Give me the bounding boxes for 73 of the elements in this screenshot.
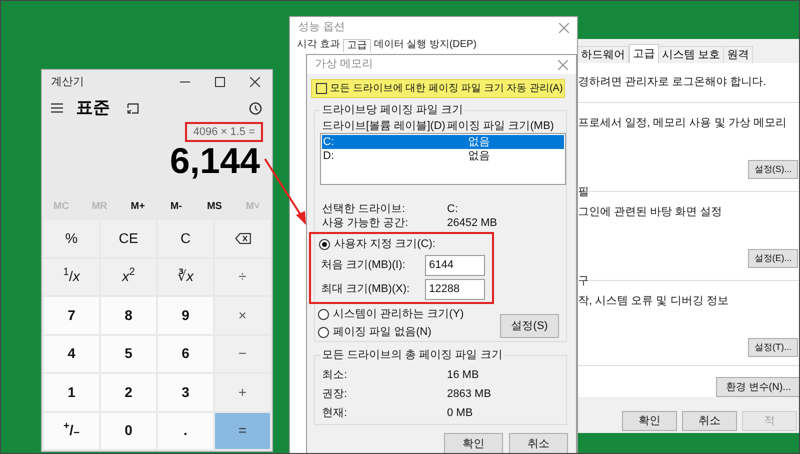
list-row[interactable]: C: 없음 — [322, 135, 564, 150]
result-display: 6,144 — [170, 143, 260, 179]
set-button[interactable]: 설정(S) — [500, 314, 559, 338]
calculator-key[interactable]: − — [215, 336, 270, 372]
checkbox-label: 모든 드라이브에 대한 페이징 파일 크기 자동 관리(A) — [330, 82, 563, 96]
expression-text: 4096 × 1.5 = — [193, 124, 255, 140]
description-text: 프로세서 일정, 메모리 사용 및 가상 메모리 — [578, 116, 788, 131]
memory-button[interactable]: MS — [195, 198, 234, 214]
input-field[interactable]: 6144 — [425, 254, 485, 276]
column-header: 페이징 파일 크기(MB) — [447, 119, 554, 134]
calculator-key[interactable]: + — [215, 374, 270, 410]
field-value: 16 MB — [447, 368, 479, 384]
description-text: 그인에 관련된 바탕 화면 설정 — [578, 204, 724, 220]
calculator-key[interactable]: 3 — [158, 374, 213, 410]
radio-label: 시스템이 관리하는 크기(Y) — [333, 307, 464, 322]
memory-button[interactable]: M+ — [118, 198, 157, 214]
calculator-key[interactable]: 2 — [101, 374, 156, 410]
calculator-key[interactable]: $^{1}$/x — [44, 258, 99, 295]
tab[interactable]: 데이터 실행 방지(DEP) — [370, 39, 480, 51]
dialog-button[interactable]: 취소 — [682, 411, 737, 431]
input-field[interactable]: 12288 — [425, 278, 485, 300]
calculator-key[interactable]: 8 — [101, 297, 156, 334]
calculator-key[interactable]: ∛x — [158, 258, 213, 295]
tab[interactable]: 고급 — [342, 39, 371, 52]
calculator-key[interactable]: 9 — [158, 297, 213, 334]
dialog-button[interactable]: 확인 — [444, 433, 503, 453]
notice-text: 경하려면 관리자로 로그온해야 합니다. — [578, 75, 768, 90]
calculator-key[interactable]: x$^{2}$ — [101, 258, 156, 295]
field-value: C: — [447, 202, 458, 218]
dialog-button[interactable]: 취소 — [509, 433, 568, 453]
radio-label: 사용자 지정 크기(C): — [334, 237, 436, 252]
field-value: 0 MB — [447, 406, 473, 422]
field-label: 현재: — [322, 406, 348, 422]
field-label: 권장: — [322, 387, 348, 402]
window-title: 성능 옵션 — [298, 20, 346, 36]
field-value: 2863 MB — [447, 387, 492, 402]
settings-button[interactable]: 설정(S)... — [748, 160, 798, 179]
dialog-button[interactable]: 확인 — [622, 411, 677, 431]
group-title: 모든 드라이브의 총 페이징 파일 크기 — [320, 348, 504, 362]
calculator-key[interactable]: . — [158, 412, 213, 449]
description-text: 작, 시스템 오류 및 디버깅 정보 — [578, 294, 730, 309]
calculator-key[interactable]: 4 — [44, 336, 99, 372]
calculator-key[interactable]: 5 — [101, 336, 156, 372]
field-label: 최소: — [322, 368, 348, 384]
calculator-key[interactable]: 0 — [101, 412, 156, 449]
calculator-key[interactable]: × — [215, 297, 270, 334]
tab[interactable]: 고급 — [629, 44, 659, 63]
field-label: 최대 크기(MB)(X): — [321, 282, 411, 298]
calculator-key[interactable]: = — [215, 412, 270, 449]
calculator-key[interactable]: ÷ — [215, 258, 270, 295]
window-title: 계산기 — [51, 74, 85, 90]
field-label: 선택한 드라이브: — [322, 202, 406, 218]
group-title: 드라이브당 페이징 파일 크기 — [320, 103, 466, 118]
calculator-key[interactable]: C — [158, 220, 213, 256]
field-value: 26452 MB — [447, 216, 498, 232]
list-row[interactable]: D: 없음 — [322, 149, 564, 164]
tab[interactable]: 시각 효과 — [294, 39, 343, 51]
window-title: 가상 메모리 — [315, 57, 374, 72]
calculator-key[interactable]: $^{+}$/$_{−}$ — [44, 412, 99, 449]
calculator-key[interactable]: CE — [101, 220, 156, 256]
field-label: 사용 가능한 공간: — [322, 216, 410, 232]
calculator-key[interactable]: 7 — [44, 297, 99, 334]
calculator-key[interactable]: 1 — [44, 374, 99, 410]
column-header: 드라이브[볼륨 레이블](D) — [322, 119, 446, 134]
calculator-key[interactable]: % — [44, 220, 99, 256]
settings-button[interactable]: 설정(T)... — [748, 338, 798, 358]
mode-title: 표준 — [76, 97, 110, 120]
settings-button[interactable]: 설정(E)... — [748, 248, 798, 268]
calculator-key[interactable]: 6 — [158, 336, 213, 372]
memory-button[interactable]: M- — [156, 198, 196, 214]
radio-label: 페이징 파일 없음(N) — [333, 325, 432, 340]
field-label: 처음 크기(MB)(I): — [321, 258, 406, 274]
environment-variables-button[interactable]: 환경 변수(N)... — [716, 377, 799, 398]
